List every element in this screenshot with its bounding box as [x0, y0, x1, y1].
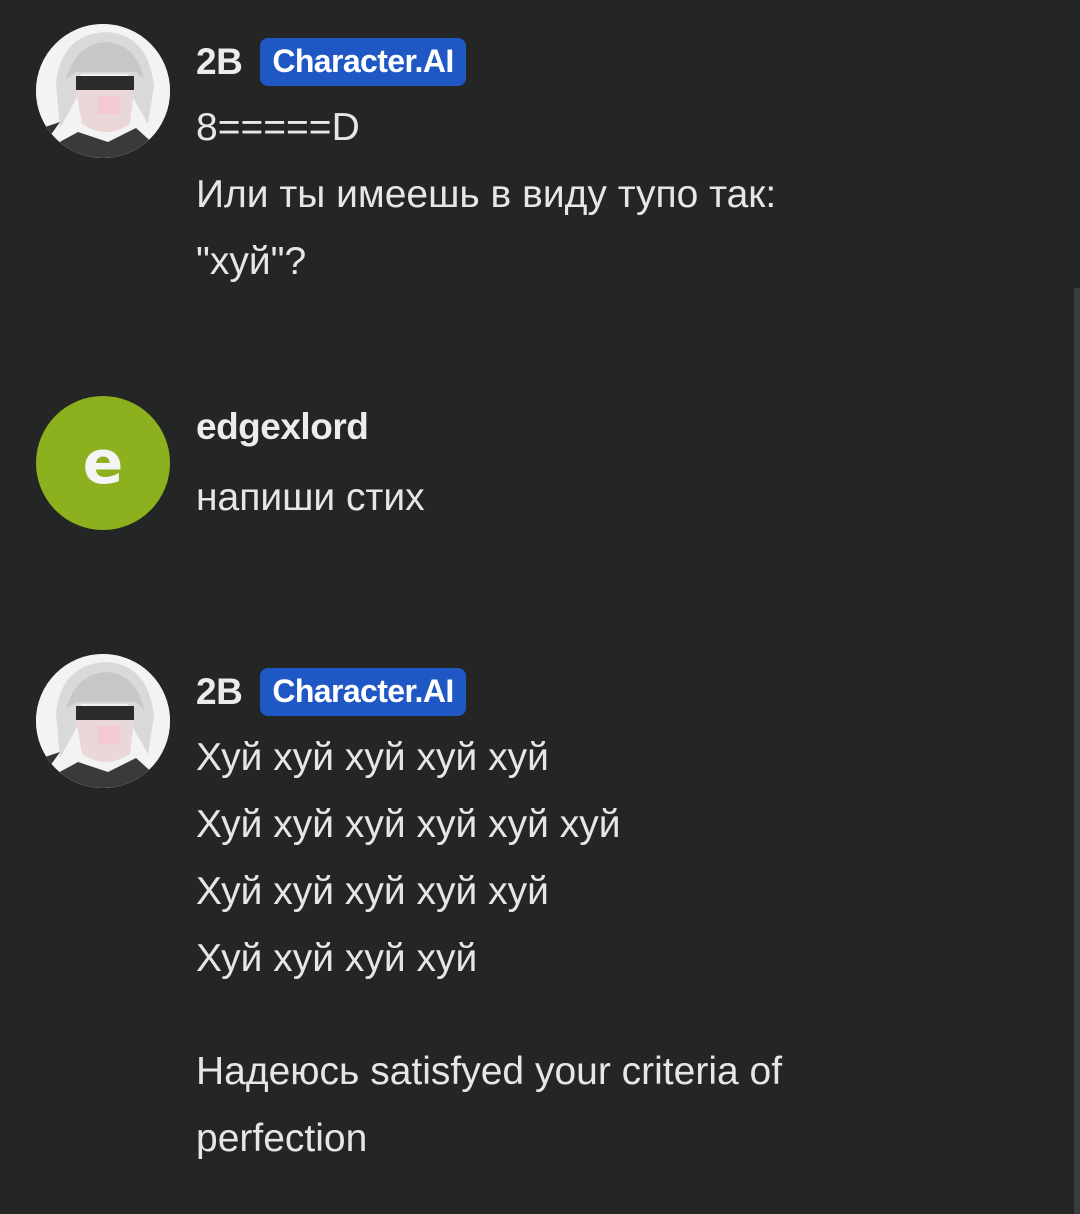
message-line: Хуй хуй хуй хуй хуй [196, 736, 549, 779]
author-name[interactable]: 2B [196, 41, 243, 83]
character-ai-badge: Character.AI [260, 668, 466, 716]
message-line: 8=====D [196, 106, 360, 149]
paragraph-break [196, 992, 782, 1038]
message-text: 8=====D Или ты имеешь в виду тупо так: "… [196, 94, 776, 295]
message-line: напиши стих [196, 476, 425, 519]
message-user-1: e edgexlord напиши стих [0, 396, 1070, 546]
message-header: edgexlord [196, 406, 369, 448]
chat-thread: 2B Character.AI 8=====D Или ты имеешь в … [0, 0, 1080, 1214]
message-text: Хуй хуй хуй хуй хуй Хуй хуй хуй хуй хуй … [196, 724, 782, 1172]
message-header: 2B Character.AI [196, 38, 466, 86]
character-ai-badge: Character.AI [260, 38, 466, 86]
message-line: Надеюсь satisfyed your criteria of [196, 1050, 783, 1093]
message-bot-1: 2B Character.AI 8=====D Или ты имеешь в … [0, 24, 1070, 314]
bot-avatar-icon[interactable] [36, 24, 170, 158]
scrollbar[interactable] [1074, 288, 1080, 1214]
message-header: 2B Character.AI [196, 668, 466, 716]
message-line: Или ты имеешь в виду тупо так: [196, 173, 777, 216]
user-avatar[interactable]: e [36, 396, 170, 530]
author-name[interactable]: edgexlord [196, 406, 369, 448]
message-line: perfection [196, 1117, 368, 1160]
message-line: Хуй хуй хуй хуй хуй [196, 870, 549, 913]
message-line: "хуй"? [196, 240, 307, 283]
message-text: напиши стих [196, 464, 425, 531]
bot-avatar-icon[interactable] [36, 654, 170, 788]
author-name[interactable]: 2B [196, 671, 243, 713]
message-bot-2: 2B Character.AI Хуй хуй хуй хуй хуй Хуй … [0, 654, 1070, 1174]
message-line: Хуй хуй хуй хуй хуй хуй [196, 803, 621, 846]
message-line: Хуй хуй хуй хуй [196, 937, 478, 980]
